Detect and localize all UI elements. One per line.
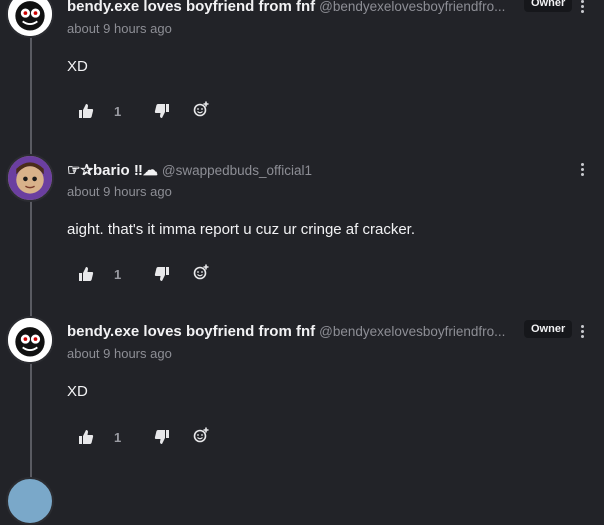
avatar[interactable] <box>6 316 54 364</box>
comment-text: XD <box>67 58 88 75</box>
user-handle: @swappedbuds_official1 <box>161 163 312 178</box>
timestamp: about 9 hours ago <box>67 184 172 199</box>
avatar[interactable] <box>6 154 54 202</box>
thumbs-down-icon[interactable] <box>154 103 170 119</box>
avatar[interactable] <box>6 0 54 38</box>
username[interactable]: ☞✰bario ‼︎☁︎ @swappedbuds_official1 <box>67 161 312 179</box>
like-count: 1 <box>114 267 122 282</box>
timestamp: about 9 hours ago <box>67 21 172 36</box>
comment-text: XD <box>67 383 88 400</box>
timestamp: about 9 hours ago <box>67 346 172 361</box>
thumbs-up-icon[interactable] <box>78 429 94 445</box>
more-options-icon[interactable] <box>576 323 588 341</box>
username-text[interactable]: bendy.exe loves boyfriend from fnf <box>67 0 315 15</box>
user-handle: @bendyexelovesboyfriendfro... <box>319 324 506 339</box>
thumbs-down-icon[interactable] <box>154 429 170 445</box>
owner-badge: Owner <box>524 320 573 338</box>
like-count: 1 <box>114 104 122 119</box>
add-reaction-icon[interactable] <box>193 427 209 443</box>
add-reaction-icon[interactable] <box>193 101 209 117</box>
add-reaction-icon[interactable] <box>193 264 209 280</box>
username[interactable]: bendy.exe loves boyfriend from fnf @bendy… <box>67 323 505 340</box>
username-text[interactable]: bendy.exe loves boyfriend from fnf <box>67 323 315 340</box>
thumbs-down-icon[interactable] <box>154 266 170 282</box>
more-options-icon[interactable] <box>576 0 588 16</box>
more-options-icon[interactable] <box>576 161 588 179</box>
user-handle: @bendyexelovesboyfriendfro... <box>319 0 506 14</box>
thread-line <box>30 0 32 487</box>
owner-badge: Owner <box>524 0 573 12</box>
avatar[interactable] <box>6 477 54 525</box>
thumbs-up-icon[interactable] <box>78 266 94 282</box>
thumbs-up-icon[interactable] <box>78 103 94 119</box>
username[interactable]: bendy.exe loves boyfriend from fnf @bendy… <box>67 0 505 15</box>
like-count: 1 <box>114 430 122 445</box>
comment-text: aight. that's it imma report u cuz ur cr… <box>67 221 416 238</box>
username-text[interactable]: ☞✰bario ‼︎☁︎ <box>67 162 158 179</box>
